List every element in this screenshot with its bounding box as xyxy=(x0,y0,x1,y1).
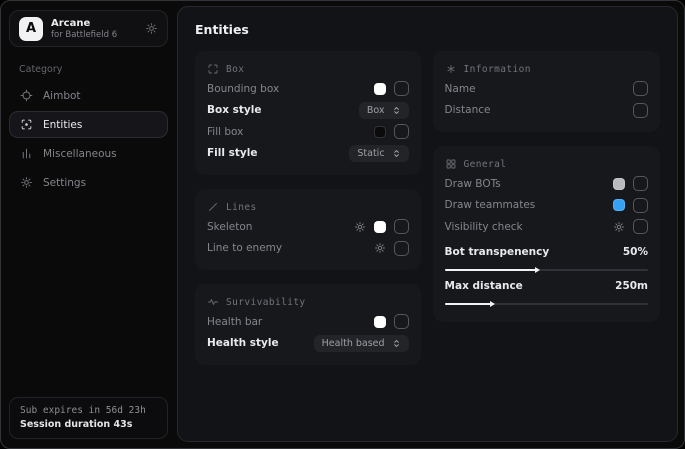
crosshair-icon xyxy=(20,89,33,102)
slider-label: Max distance xyxy=(445,280,523,292)
setting-label: Health style xyxy=(207,337,279,349)
setting-label: Line to enemy xyxy=(207,242,282,254)
sidebar-nav: Aimbot Entities Miscellaneous xyxy=(9,82,168,198)
sidebar: A Arcane for Battlefield 6 Category xyxy=(1,1,176,448)
scan-icon xyxy=(20,118,33,131)
distance-checkbox[interactable] xyxy=(633,103,648,118)
slider-fill xyxy=(445,303,492,305)
grid-icon xyxy=(445,158,457,170)
bounding-box-checkbox[interactable] xyxy=(394,81,409,96)
session-duration-text: Session duration 43s xyxy=(20,419,157,430)
brand-logo: A xyxy=(19,17,43,41)
lines-card: Lines Skeleton xyxy=(195,189,421,270)
gear-icon[interactable] xyxy=(374,242,386,254)
name-checkbox[interactable] xyxy=(633,81,648,96)
setting-label: Draw BOTs xyxy=(445,178,501,190)
page-title: Entities xyxy=(195,22,660,37)
asterisk-icon xyxy=(445,63,457,75)
slider-value: 50% xyxy=(623,246,648,258)
category-label: Category xyxy=(19,64,158,75)
bars-icon xyxy=(20,147,33,160)
setting-label: Bounding box xyxy=(207,83,279,95)
fill-style-select[interactable]: Static xyxy=(349,145,408,162)
right-column: Information Name Distance xyxy=(433,51,660,365)
sidebar-item-label: Miscellaneous xyxy=(43,148,117,160)
chevron-up-down-icon xyxy=(392,106,401,115)
brand-name: Arcane xyxy=(51,18,117,29)
diagonal-line-icon xyxy=(207,201,219,213)
sidebar-item-entities[interactable]: Entities xyxy=(9,111,168,138)
slider-thumb[interactable] xyxy=(490,301,495,307)
left-column: Box Bounding box Box style Box xyxy=(195,51,421,365)
box-card: Box Bounding box Box style Box xyxy=(195,51,421,175)
survivability-card: Survivability Health bar Health style He… xyxy=(195,284,421,365)
sidebar-item-label: Entities xyxy=(43,119,82,131)
max-distance-group: Max distance 250m xyxy=(445,277,648,305)
slider-thumb[interactable] xyxy=(535,267,540,273)
setting-label: Box style xyxy=(207,104,261,116)
general-card: General Draw BOTs Draw teammates xyxy=(433,146,660,322)
bot-transparency-group: Bot transpenency 50% xyxy=(445,243,648,271)
card-title: Survivability xyxy=(226,297,306,308)
box-style-select[interactable]: Box xyxy=(359,102,409,119)
sidebar-item-label: Aimbot xyxy=(43,90,81,102)
card-title: General xyxy=(464,159,507,170)
setting-label: Skeleton xyxy=(207,221,252,233)
chevron-up-down-icon xyxy=(392,339,401,348)
brand-card: A Arcane for Battlefield 6 xyxy=(9,10,168,47)
setting-label: Health bar xyxy=(207,316,262,328)
slider-fill xyxy=(445,269,537,271)
setting-label: Visibility check xyxy=(445,221,523,233)
brand-subtitle: for Battlefield 6 xyxy=(51,30,117,40)
color-swatch[interactable] xyxy=(374,83,386,95)
setting-label: Fill style xyxy=(207,147,257,159)
select-value: Box xyxy=(367,105,385,116)
brand-text: Arcane for Battlefield 6 xyxy=(51,18,117,40)
slider-label: Bot transpenency xyxy=(445,246,550,258)
slider-value: 250m xyxy=(615,280,648,292)
sidebar-item-label: Settings xyxy=(43,177,86,189)
max-distance-slider[interactable] xyxy=(445,303,648,305)
subscription-card: Sub expires in 56d 23h Session duration … xyxy=(9,397,168,439)
setting-label: Fill box xyxy=(207,126,243,138)
gear-icon xyxy=(20,176,33,189)
skeleton-checkbox[interactable] xyxy=(394,219,409,234)
setting-label: Distance xyxy=(445,104,491,116)
setting-label: Name xyxy=(445,83,476,95)
visibility-check-checkbox[interactable] xyxy=(633,219,648,234)
draw-teammates-checkbox[interactable] xyxy=(633,198,648,213)
fill-box-checkbox[interactable] xyxy=(394,124,409,139)
app-window: A Arcane for Battlefield 6 Category xyxy=(0,0,685,449)
color-swatch[interactable] xyxy=(613,199,625,211)
color-swatch[interactable] xyxy=(374,316,386,328)
health-style-select[interactable]: Health based xyxy=(314,335,409,352)
sub-expiry-text: Sub expires in 56d 23h xyxy=(20,405,157,416)
health-bar-checkbox[interactable] xyxy=(394,314,409,329)
card-title: Lines xyxy=(226,202,257,213)
color-swatch[interactable] xyxy=(374,126,386,138)
main-panel: Entities Box Bounding box xyxy=(177,6,678,442)
sidebar-item-aimbot[interactable]: Aimbot xyxy=(9,82,168,109)
color-swatch[interactable] xyxy=(374,221,386,233)
pulse-icon xyxy=(207,296,219,308)
card-title: Box xyxy=(226,64,244,75)
chevron-up-down-icon xyxy=(392,149,401,158)
gear-icon[interactable] xyxy=(145,22,158,35)
sidebar-item-miscellaneous[interactable]: Miscellaneous xyxy=(9,140,168,167)
crop-corners-icon xyxy=(207,63,219,75)
line-to-enemy-checkbox[interactable] xyxy=(394,241,409,256)
select-value: Health based xyxy=(322,338,385,349)
gear-icon[interactable] xyxy=(613,221,625,233)
card-title: Information xyxy=(464,64,531,75)
gear-icon[interactable] xyxy=(354,221,366,233)
information-card: Information Name Distance xyxy=(433,51,660,132)
color-swatch[interactable] xyxy=(613,178,625,190)
select-value: Static xyxy=(357,148,384,159)
setting-label: Draw teammates xyxy=(445,199,536,211)
sidebar-item-settings[interactable]: Settings xyxy=(9,169,168,196)
bot-transparency-slider[interactable] xyxy=(445,269,648,271)
draw-bots-checkbox[interactable] xyxy=(633,176,648,191)
